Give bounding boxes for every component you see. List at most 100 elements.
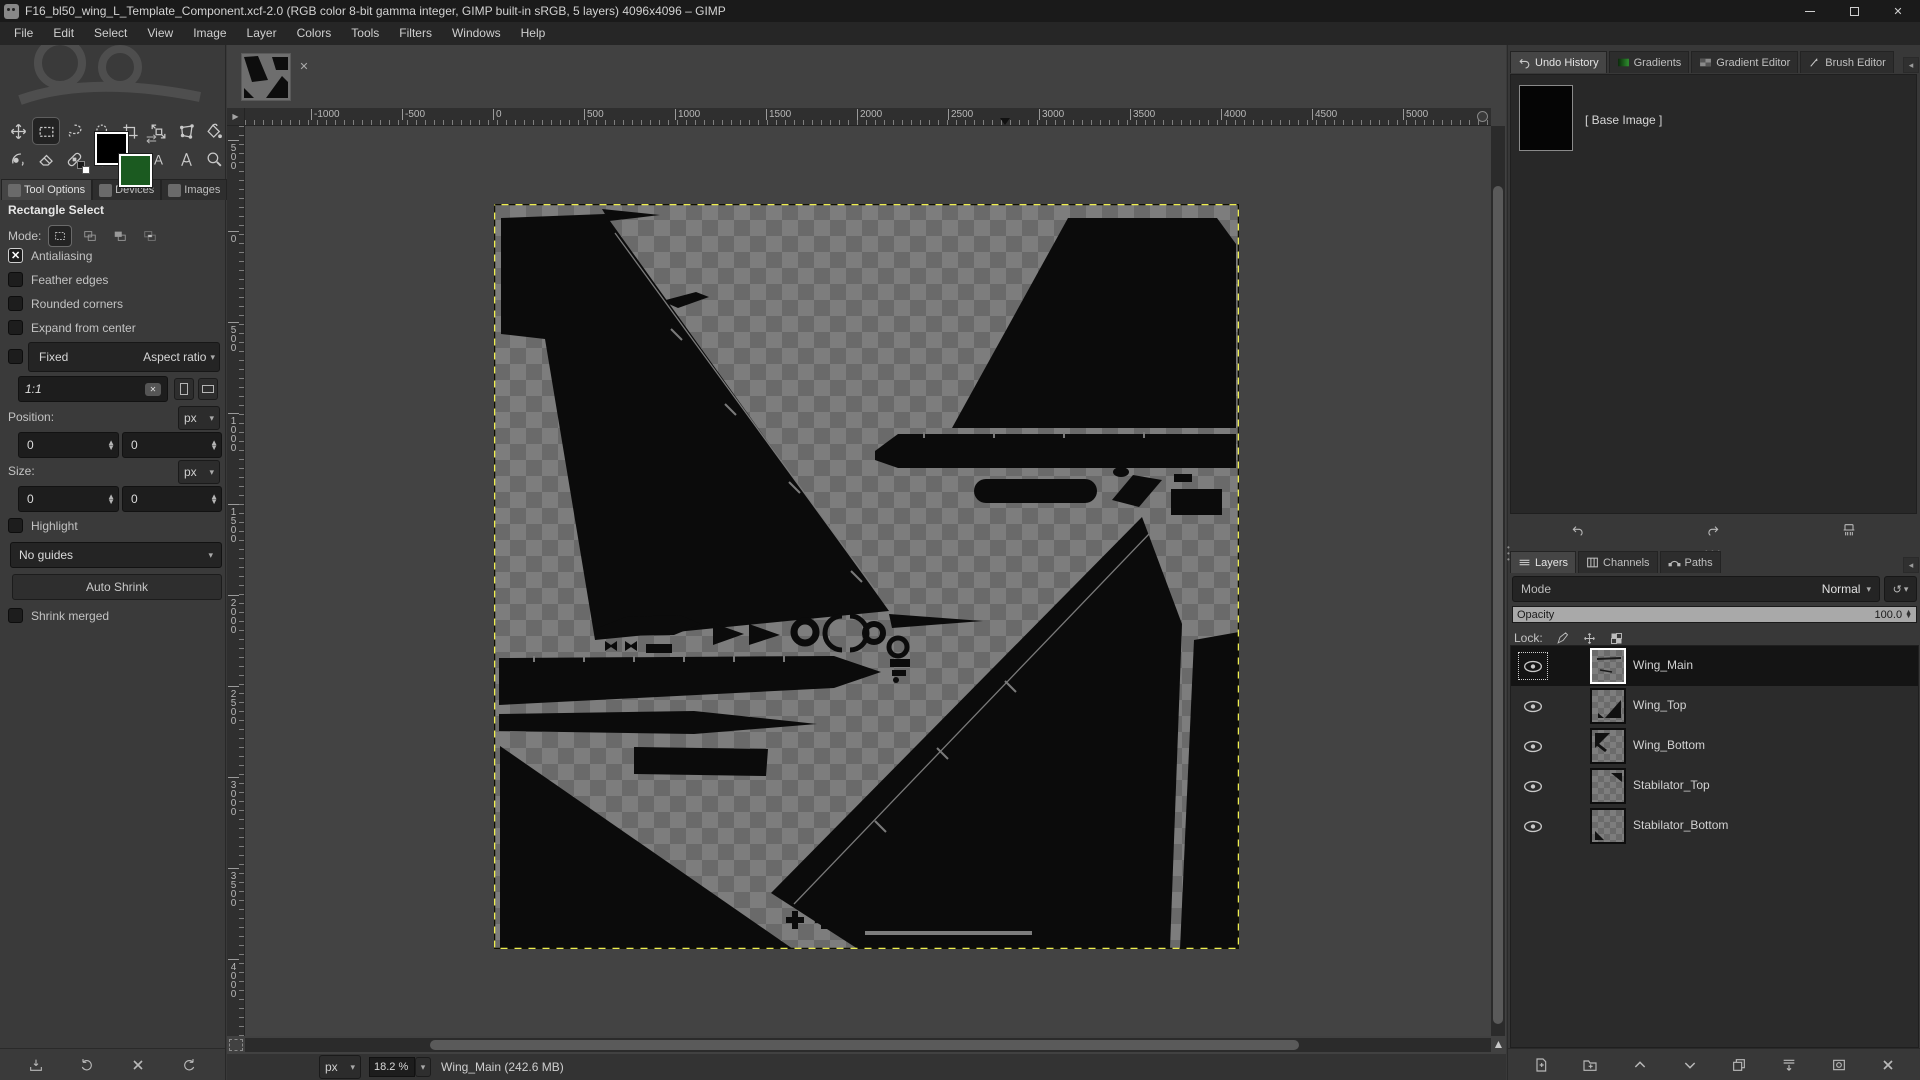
size-unit-dropdown[interactable]: px▾ xyxy=(178,460,220,484)
horizontal-ruler[interactable]: -1000-5000500100015002000250030003500400… xyxy=(245,108,1491,126)
canvas-viewport[interactable] xyxy=(245,126,1491,1036)
new-layer-button[interactable] xyxy=(1526,1053,1556,1077)
rounded-corners-option[interactable]: Rounded corners xyxy=(8,296,123,311)
ruler-corner-button[interactable]: ▶ xyxy=(227,108,245,126)
lock-move-button[interactable] xyxy=(1582,631,1597,646)
menu-edit[interactable]: Edit xyxy=(43,22,84,45)
expand-from-center-checkbox[interactable] xyxy=(8,320,23,335)
lock-alpha-button[interactable] xyxy=(1609,631,1624,646)
menu-image[interactable]: Image xyxy=(183,22,236,45)
visibility-toggle[interactable] xyxy=(1519,733,1547,759)
new-group-button[interactable] xyxy=(1575,1053,1605,1077)
merge-down-button[interactable] xyxy=(1774,1053,1804,1077)
image-tab-close-button[interactable]: ✕ xyxy=(297,59,311,73)
mode-replace-button[interactable] xyxy=(49,226,71,246)
feather-edges-checkbox[interactable] xyxy=(8,272,23,287)
zoom-dropdown-button[interactable]: ▾ xyxy=(415,1057,431,1077)
horizontal-scrollbar-thumb[interactable] xyxy=(430,1040,1299,1050)
highlight-checkbox[interactable] xyxy=(8,518,23,533)
navigation-button[interactable]: ▲ xyxy=(1491,1036,1506,1052)
duplicate-layer-button[interactable] xyxy=(1724,1053,1754,1077)
layer-row[interactable]: Wing_Top xyxy=(1511,686,1918,726)
lock-paint-button[interactable] xyxy=(1555,631,1570,646)
menu-tools[interactable]: Tools xyxy=(341,22,389,45)
spinner-arrows-icon[interactable]: ▲▼ xyxy=(210,494,221,504)
mode-intersect-button[interactable] xyxy=(139,226,161,246)
clear-history-button[interactable] xyxy=(1841,522,1857,541)
menu-layer[interactable]: Layer xyxy=(237,22,287,45)
vertical-scrollbar-thumb[interactable] xyxy=(1493,186,1503,1024)
vertical-ruler[interactable]: 50005001000150020002500300035004000 xyxy=(227,126,245,1036)
quick-mask-toggle[interactable] xyxy=(229,1039,243,1051)
menu-help[interactable]: Help xyxy=(511,22,556,45)
default-colors-icon[interactable] xyxy=(77,161,91,175)
visibility-toggle[interactable] xyxy=(1519,773,1547,799)
rounded-corners-checkbox[interactable] xyxy=(8,296,23,311)
close-button[interactable]: ✕ xyxy=(1876,0,1920,22)
mode-subtract-button[interactable] xyxy=(109,226,131,246)
delete-preset-button[interactable] xyxy=(124,1053,152,1077)
image-tab[interactable] xyxy=(241,53,291,101)
menu-view[interactable]: View xyxy=(137,22,183,45)
layer-row[interactable]: Wing_Main xyxy=(1511,646,1918,686)
menu-file[interactable]: File xyxy=(4,22,43,45)
undo-button[interactable] xyxy=(1570,522,1586,541)
measure-tool-button[interactable] xyxy=(173,146,199,172)
zoom-tool-button[interactable] xyxy=(201,146,227,172)
move-tool-button[interactable] xyxy=(5,118,31,144)
swap-colors-icon[interactable]: ⇄ xyxy=(146,132,161,147)
save-preset-button[interactable] xyxy=(22,1053,50,1077)
mode-add-button[interactable] xyxy=(79,226,101,246)
spinner-arrows-icon[interactable]: ▲▼ xyxy=(1905,611,1912,619)
minimize-button[interactable] xyxy=(1788,0,1832,22)
layer-name[interactable]: Stabilator_Top xyxy=(1633,778,1710,792)
layer-name[interactable]: Wing_Bottom xyxy=(1633,738,1705,752)
position-y-input[interactable]: 0▲▼ xyxy=(122,432,222,458)
position-x-input[interactable]: 0▲▼ xyxy=(18,432,119,458)
fixed-checkbox[interactable] xyxy=(8,349,23,364)
tab-paths[interactable]: Paths xyxy=(1660,551,1721,573)
tab-channels[interactable]: Channels xyxy=(1578,551,1657,573)
dock-menu-button[interactable]: ◂ xyxy=(1903,57,1919,73)
spinner-arrows-icon[interactable]: ▲▼ xyxy=(107,494,118,504)
tab-gradient-editor[interactable]: Gradient Editor xyxy=(1691,51,1798,73)
rectangle-select-tool-button[interactable] xyxy=(33,118,59,144)
portrait-orientation-button[interactable] xyxy=(174,378,194,400)
layer-name[interactable]: Wing_Top xyxy=(1633,698,1686,712)
add-mask-button[interactable] xyxy=(1824,1053,1854,1077)
menu-windows[interactable]: Windows xyxy=(442,22,511,45)
shrink-merged-option[interactable]: Shrink merged xyxy=(8,608,109,623)
layer-row[interactable]: Wing_Bottom xyxy=(1511,726,1918,766)
tab-images[interactable]: Images xyxy=(161,179,227,200)
spinner-arrows-icon[interactable]: ▲▼ xyxy=(107,440,118,450)
antialiasing-option[interactable]: Antialiasing xyxy=(8,248,92,263)
opacity-slider[interactable]: Opacity 100.0 ▲▼ xyxy=(1512,606,1917,623)
mode-group-button[interactable]: ↺▾ xyxy=(1884,576,1917,602)
size-height-input[interactable]: 0▲▼ xyxy=(122,486,222,512)
feather-edges-option[interactable]: Feather edges xyxy=(8,272,108,287)
size-width-input[interactable]: 0▲▼ xyxy=(18,486,119,512)
visibility-toggle[interactable] xyxy=(1519,813,1547,839)
restore-preset-button[interactable] xyxy=(73,1053,101,1077)
tab-gradients[interactable]: Gradients xyxy=(1609,51,1690,73)
dock-menu-button[interactable]: ◂ xyxy=(1903,557,1919,573)
tab-brush-editor[interactable]: Brush Editor xyxy=(1800,51,1894,73)
expand-from-center-option[interactable]: Expand from center xyxy=(8,320,136,335)
delete-layer-button[interactable] xyxy=(1873,1053,1903,1077)
vertical-scrollbar[interactable] xyxy=(1491,126,1505,1036)
unit-dropdown[interactable]: px▾ xyxy=(319,1055,361,1079)
spinner-arrows-icon[interactable]: ▲▼ xyxy=(210,440,221,450)
fixed-mode-combo[interactable]: Fixed Aspect ratio▾ xyxy=(28,342,220,372)
visibility-toggle[interactable] xyxy=(1519,653,1547,679)
layer-name[interactable]: Wing_Main xyxy=(1633,658,1693,672)
layer-name[interactable]: Stabilator_Bottom xyxy=(1633,818,1728,832)
menu-select[interactable]: Select xyxy=(84,22,137,45)
layer-row[interactable]: Stabilator_Top xyxy=(1511,766,1918,806)
fixed-option[interactable] xyxy=(8,349,23,364)
tab-layers[interactable]: Layers xyxy=(1510,551,1576,573)
undo-item[interactable]: [ Base Image ] xyxy=(1585,113,1662,127)
landscape-orientation-button[interactable] xyxy=(198,378,218,400)
maximize-button[interactable] xyxy=(1832,0,1876,22)
guides-dropdown[interactable]: No guides▾ xyxy=(10,542,222,568)
paintbrush-tool-button[interactable] xyxy=(5,146,31,172)
